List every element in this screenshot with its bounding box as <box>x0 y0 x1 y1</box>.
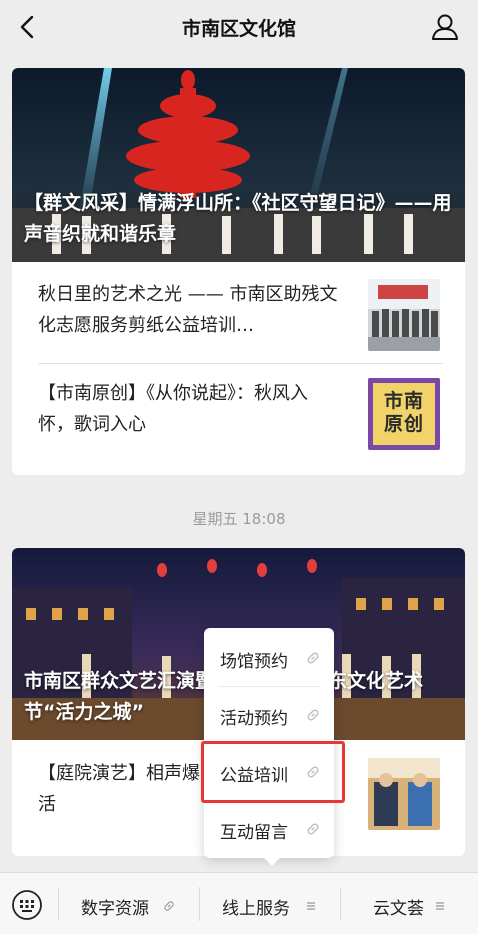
tab-label: 云文荟 <box>373 899 424 919</box>
article-card: 【群文风采】情满浮山所：《社区守望日记》——用声音织就和谐乐章 秋日里的艺术之光… <box>12 68 465 475</box>
user-profile-icon[interactable] <box>430 12 460 42</box>
headline-article[interactable]: 【群文风采】情满浮山所：《社区守望日记》——用声音织就和谐乐章 <box>12 68 465 262</box>
link-icon <box>307 652 319 664</box>
article-thumbnail: 市南原创 <box>368 378 440 450</box>
tab-label: 数字资源 <box>81 899 149 919</box>
article-thumbnail <box>368 758 440 830</box>
tab-digital-resources[interactable]: 数字资源 <box>59 873 199 934</box>
message-timestamp: 星期五 18:08 <box>192 510 286 528</box>
link-icon <box>307 823 319 835</box>
article-title: 秋日里的艺术之光 —— 市南区助残文化志愿服务剪纸公益培训… <box>38 284 338 336</box>
menu-item-label: 活动预约 <box>220 709 288 729</box>
thumbnail-text: 市南原创 <box>383 390 424 435</box>
headline-title: 【群文风采】情满浮山所：《社区守望日记》——用声音织就和谐乐章 <box>24 192 452 245</box>
tab-online-services[interactable]: 线上服务 <box>200 873 340 934</box>
tab-cloud-culture[interactable]: 云文荟 <box>341 873 478 934</box>
page-title: 市南区文化馆 <box>181 18 296 40</box>
menu-item-label: 互动留言 <box>220 823 288 843</box>
bottom-menu-bar: 数字资源 线上服务 云文荟 <box>0 872 478 934</box>
menu-item-venue-booking[interactable]: 场馆预约 <box>204 630 334 687</box>
menu-item-activity-booking[interactable]: 活动预约 <box>204 687 334 744</box>
list-item[interactable]: 秋日里的艺术之光 —— 市南区助残文化志愿服务剪纸公益培训… <box>12 262 465 363</box>
link-icon <box>307 709 319 721</box>
keyboard-icon[interactable] <box>11 889 43 921</box>
menu-lines-icon <box>307 902 315 910</box>
article-thumbnail <box>368 279 440 351</box>
top-bar: 市南区文化馆 <box>0 0 478 54</box>
list-item[interactable]: 【市南原创】《从你说起》：秋风入怀，歌词入心 市南原创 <box>12 364 465 464</box>
tab-label: 线上服务 <box>222 899 290 919</box>
popup-pointer <box>264 858 280 866</box>
menu-item-interactive-message[interactable]: 互动留言 <box>204 801 334 858</box>
menu-item-label: 场馆预约 <box>220 652 288 672</box>
highlight-box <box>201 741 345 803</box>
article-title: 【市南原创】《从你说起》：秋风入怀，歌词入心 <box>38 383 308 435</box>
menu-lines-icon <box>436 902 444 910</box>
link-icon <box>164 901 174 911</box>
